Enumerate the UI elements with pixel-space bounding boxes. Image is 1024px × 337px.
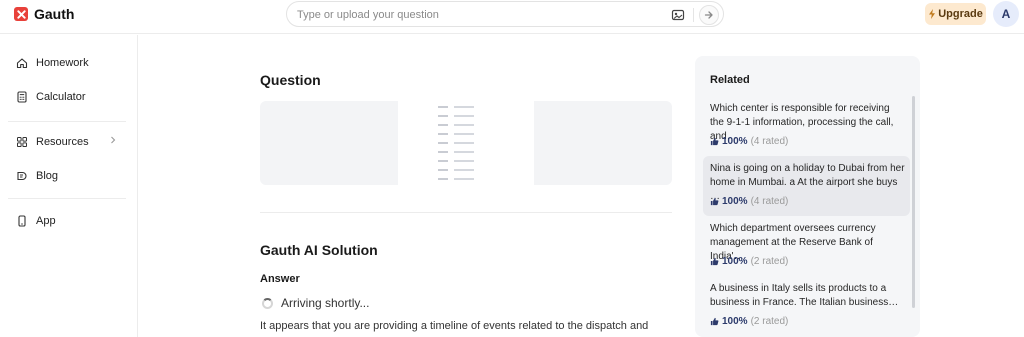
related-item[interactable]: A business in Italy sells its products t… xyxy=(703,276,910,336)
related-question: A business in Italy sells its products t… xyxy=(710,283,899,308)
answer-heading: Answer xyxy=(260,273,300,285)
sidebar-item-resources[interactable]: Resources xyxy=(16,132,120,152)
rating-count: (2 rated) xyxy=(750,316,789,327)
sidebar-item-calculator[interactable]: Calculator xyxy=(16,87,86,107)
related-item[interactable]: Nina is going on a holiday to Dubai from… xyxy=(703,156,910,216)
sidebar-item-homework[interactable]: Homework xyxy=(16,53,89,73)
question-image[interactable] xyxy=(260,101,672,185)
phone-icon xyxy=(18,215,26,227)
sidebar-item-label: Resources xyxy=(36,136,89,148)
rating-count: (4 rated) xyxy=(750,196,789,207)
related-rating: 100% (4 rated) xyxy=(710,136,788,147)
upgrade-label: Upgrade xyxy=(938,8,983,20)
grid-icon xyxy=(17,137,27,147)
chevron-right-icon[interactable] xyxy=(110,136,116,147)
rating-percent: 100% xyxy=(722,316,748,327)
sidebar-item-label: Blog xyxy=(36,170,59,182)
search-divider xyxy=(693,8,694,22)
upgrade-button[interactable]: Upgrade xyxy=(925,3,986,25)
calculator-icon xyxy=(17,91,27,103)
related-rating: 100% (2 rated) xyxy=(710,256,788,267)
top-bar: Gauth Upgrade A xyxy=(0,0,1024,34)
section-divider xyxy=(260,212,672,213)
rating-count: (2 rated) xyxy=(750,256,789,267)
search-bar xyxy=(286,1,724,27)
image-upload-icon[interactable] xyxy=(671,8,685,22)
related-rating: 100% (2 rated) xyxy=(710,316,788,327)
sidebar-item-label: App xyxy=(36,215,56,227)
arriving-text: Arriving shortly... xyxy=(281,296,370,310)
gauth-logo-icon xyxy=(14,7,28,21)
thumbs-up-icon xyxy=(710,317,719,326)
logo-text: Gauth xyxy=(34,6,75,22)
sidebar-divider xyxy=(8,198,126,199)
related-rating: 100% (4 rated) xyxy=(710,196,788,207)
arriving-status: Arriving shortly... xyxy=(262,296,369,310)
bolt-icon xyxy=(929,9,936,19)
sidebar-divider xyxy=(8,121,126,122)
question-heading: Question xyxy=(260,72,321,88)
rating-percent: 100% xyxy=(722,136,748,147)
thumbs-up-icon xyxy=(710,197,719,206)
arrow-right-icon xyxy=(704,11,713,19)
answer-text: It appears that you are providing a time… xyxy=(260,320,649,332)
rating-percent: 100% xyxy=(722,256,748,267)
logo[interactable]: Gauth xyxy=(14,6,74,22)
solution-heading: Gauth AI Solution xyxy=(260,242,378,258)
loading-spinner-icon xyxy=(262,297,273,309)
avatar[interactable]: A xyxy=(993,1,1019,27)
rating-count: (4 rated) xyxy=(750,136,789,147)
related-panel: Related Which center is responsible for … xyxy=(695,56,920,337)
submit-button[interactable] xyxy=(699,5,719,25)
sidebar-item-label: Homework xyxy=(36,57,89,69)
sidebar-item-app[interactable]: App xyxy=(16,211,56,231)
related-item[interactable]: Which department oversees currency manag… xyxy=(703,216,910,276)
thumbs-up-icon xyxy=(710,257,719,266)
sidebar-item-blog[interactable]: Blog xyxy=(16,166,58,186)
home-icon xyxy=(16,58,28,69)
thumbs-up-icon xyxy=(710,137,719,146)
related-scrollbar[interactable] xyxy=(912,96,915,308)
question-thumbnail xyxy=(398,101,534,185)
blog-icon xyxy=(17,171,27,181)
rating-percent: 100% xyxy=(722,196,748,207)
search-input[interactable] xyxy=(297,6,657,24)
sidebar: Homework Calculator Resources Blog App xyxy=(0,35,138,337)
related-title: Related xyxy=(710,74,750,86)
related-item[interactable]: Which center is responsible for receivin… xyxy=(703,96,910,156)
sidebar-item-label: Calculator xyxy=(36,91,86,103)
